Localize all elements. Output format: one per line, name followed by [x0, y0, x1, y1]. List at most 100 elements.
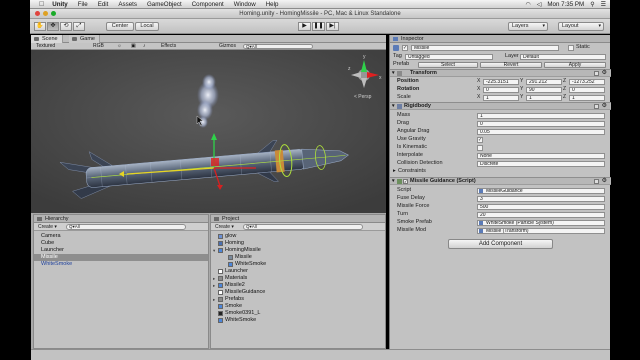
guidance-ref-field[interactable]: MissileGuidance — [477, 187, 605, 194]
menu-app-unity[interactable]: Unity — [52, 1, 67, 8]
expand-arrow-icon[interactable]: ▾ — [392, 178, 395, 185]
hierarchy-create-button[interactable]: Create ▾ — [38, 224, 57, 230]
effects-dropdown[interactable]: Effects — [161, 43, 176, 50]
gear-icon[interactable]: ⚙ — [602, 178, 607, 185]
move-tool-icon[interactable]: ✥ — [47, 22, 59, 31]
transform-x-field[interactable]: 1 — [483, 94, 519, 101]
transform-x-field[interactable]: -225.3151 — [483, 78, 519, 85]
project-item[interactable]: Homing — [211, 240, 385, 247]
scene-viewport[interactable]: y x z < Persp — [31, 50, 386, 213]
foldout-arrow-icon[interactable]: ▸ — [213, 275, 215, 282]
project-search-input[interactable]: Q▾All — [243, 224, 363, 230]
rigidbody-dropdown[interactable]: None — [477, 152, 605, 159]
rotate-tool-icon[interactable]: ⟲ — [60, 22, 72, 31]
project-item[interactable]: ▸ Prefabs — [211, 296, 385, 303]
project-item[interactable]: WhiteSmoke — [211, 317, 385, 324]
project-item[interactable]: glow — [211, 233, 385, 240]
menu-file[interactable]: File — [78, 1, 88, 8]
transform-z-field[interactable]: -1273.252 — [569, 78, 605, 85]
project-item[interactable]: Missile — [211, 254, 385, 261]
image-toggle-icon[interactable]: ▣ — [131, 43, 136, 50]
layer-dropdown[interactable]: Default — [520, 53, 606, 60]
close-window-icon[interactable] — [35, 11, 40, 16]
project-item[interactable]: Smoke0391_L — [211, 310, 385, 317]
project-item[interactable]: MissileGuidance — [211, 289, 385, 296]
menu-help[interactable]: Help — [266, 1, 279, 8]
foldout-arrow-icon[interactable]: ▸ — [213, 296, 215, 303]
foldout-arrow-icon[interactable]: ▾ — [213, 247, 215, 254]
transform-y-field[interactable]: 291.212 — [526, 78, 562, 85]
tab-scene[interactable]: Scene — [31, 35, 63, 43]
help-book-icon[interactable] — [594, 104, 599, 109]
gear-icon[interactable]: ⚙ — [602, 70, 607, 77]
static-checkbox[interactable] — [568, 45, 574, 51]
menu-window[interactable]: Window — [234, 1, 256, 8]
project-tab[interactable]: Project — [211, 215, 385, 223]
prefab-revert-button[interactable]: Revert — [480, 62, 542, 68]
guidance-ref-field[interactable]: WhiteSmoke (Particle System) — [477, 219, 605, 226]
menu-component[interactable]: Component — [192, 1, 224, 8]
hierarchy-item[interactable]: Camera — [34, 233, 208, 240]
prefab-select-button[interactable]: Select — [418, 62, 478, 68]
tag-dropdown[interactable]: Untagged — [405, 53, 493, 60]
project-create-button[interactable]: Create ▾ — [215, 224, 234, 230]
spotlight-search-icon[interactable]: ⚲ — [590, 1, 594, 8]
rigidbody-value-field[interactable]: 1 — [477, 112, 605, 119]
layers-dropdown[interactable]: Layers — [508, 22, 548, 31]
apple-menu-icon[interactable]:  — [39, 1, 44, 8]
transform-x-field[interactable]: 0 — [483, 86, 519, 93]
rigidbody-value-field[interactable]: 0.05 — [477, 128, 605, 135]
pause-button-icon[interactable]: ❚❚ — [312, 22, 325, 31]
prefab-apply-button[interactable]: Apply — [544, 62, 606, 68]
transform-y-field[interactable]: 90 — [526, 86, 562, 93]
play-button-icon[interactable]: ▶ — [298, 22, 311, 31]
rigidbody-checkbox[interactable]: ✓ — [477, 136, 483, 143]
object-active-checkbox[interactable]: ✓ — [402, 45, 408, 51]
help-book-icon[interactable] — [594, 71, 599, 76]
constraints-row[interactable]: ▸ Constraints — [390, 168, 611, 175]
zoom-window-icon[interactable] — [51, 11, 56, 16]
render-mode-dropdown[interactable]: Textured — [36, 43, 55, 50]
transform-component-header[interactable]: ▾ Transform ⚙ — [390, 69, 611, 77]
hierarchy-item[interactable]: Cube — [34, 240, 208, 247]
hierarchy-tab[interactable]: Hierarchy — [34, 215, 208, 223]
object-name-field[interactable]: Missile — [411, 45, 559, 51]
transform-z-field[interactable]: 0 — [569, 86, 605, 93]
scale-tool-icon[interactable]: ⤢ — [73, 22, 85, 31]
minimize-window-icon[interactable] — [43, 11, 48, 16]
inspector-tab[interactable]: Inspector — [390, 35, 610, 43]
foldout-arrow-icon[interactable]: ▸ — [213, 282, 215, 289]
gear-icon[interactable]: ⚙ — [602, 103, 607, 110]
project-item[interactable]: Smoke — [211, 303, 385, 310]
hierarchy-item[interactable]: Launcher — [34, 247, 208, 254]
rigidbody-value-field[interactable]: 0 — [477, 120, 605, 127]
project-item[interactable]: Launcher — [211, 268, 385, 275]
guidance-value-field[interactable]: 20 — [477, 211, 605, 218]
scene-search-input[interactable]: Q▾All — [243, 44, 313, 49]
add-component-button[interactable]: Add Component — [448, 239, 553, 249]
pivot-center-button[interactable]: Center — [106, 22, 134, 31]
guidance-ref-field[interactable]: Missile (Transform) — [477, 227, 605, 234]
lighting-toggle-icon[interactable]: ☼ — [117, 43, 122, 50]
color-mode-dropdown[interactable]: RGB — [93, 43, 104, 50]
constraints-foldout-icon[interactable]: ▸ — [393, 168, 396, 175]
rigidbody-component-header[interactable]: ▾ Rigidbody ⚙ — [390, 102, 611, 110]
missile-guidance-component-header[interactable]: ▾ ✓ Missile Guidance (Script) ⚙ — [390, 177, 611, 185]
menu-gameobject[interactable]: GameObject — [147, 1, 182, 8]
audio-toggle-icon[interactable]: ♪ — [143, 43, 146, 50]
wifi-icon[interactable]: ◠ — [526, 1, 531, 8]
expand-arrow-icon[interactable]: ▾ — [392, 70, 395, 77]
transform-z-field[interactable]: 1 — [569, 94, 605, 101]
volume-icon[interactable]: ◁ — [537, 1, 542, 8]
tab-game[interactable]: Game — [69, 35, 100, 43]
expand-arrow-icon[interactable]: ▾ — [392, 103, 395, 110]
component-enabled-checkbox[interactable]: ✓ — [403, 179, 408, 184]
step-button-icon[interactable]: ▶| — [326, 22, 339, 31]
hierarchy-item[interactable]: Missile — [34, 254, 208, 261]
rigidbody-checkbox[interactable] — [477, 144, 483, 151]
menu-edit[interactable]: Edit — [98, 1, 109, 8]
pivot-local-button[interactable]: Local — [135, 22, 159, 31]
clock-text[interactable]: Mon 7:35 PM — [547, 1, 584, 8]
perspective-label[interactable]: < Persp — [354, 94, 372, 100]
gizmos-dropdown[interactable]: Gizmos — [219, 43, 236, 50]
